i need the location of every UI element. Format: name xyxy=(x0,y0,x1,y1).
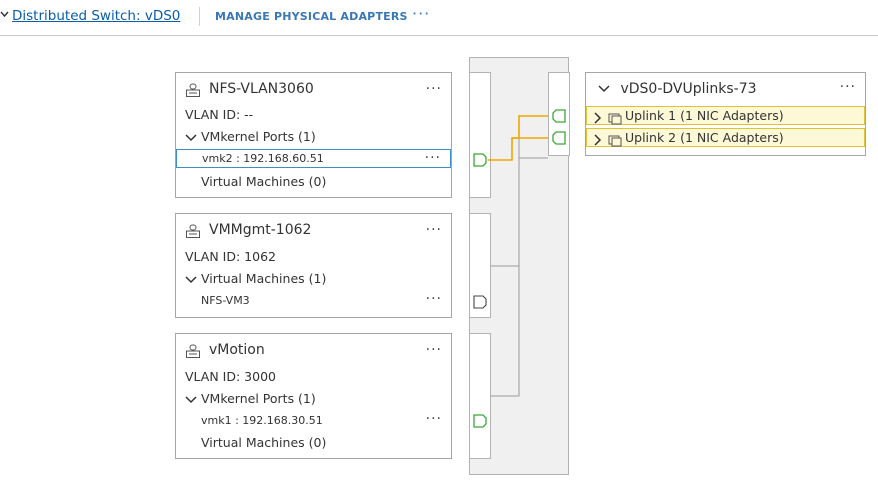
chevron-down-icon xyxy=(598,85,610,93)
vlan-id-label: VLAN ID: -- xyxy=(185,107,254,122)
nic-icon xyxy=(608,132,622,151)
vmkernel-port-more-icon[interactable]: ··· xyxy=(426,411,442,427)
section-label: VMkernel Ports (1) xyxy=(200,129,316,144)
uplinks-header[interactable]: vDS0-DVUplinks-73 xyxy=(598,81,757,97)
vmkernel-port-label[interactable]: vmk1 : 192.168.30.51 xyxy=(201,414,323,427)
virtual-machines-label[interactable]: Virtual Machines (0) xyxy=(201,435,326,450)
section-label: VMkernel Ports (1) xyxy=(200,391,316,406)
portgroup-name[interactable]: vMotion xyxy=(209,342,265,358)
chevron-down-icon xyxy=(185,395,197,403)
chevron-right-icon[interactable] xyxy=(592,131,602,150)
vmkernel-port-more-icon[interactable]: ··· xyxy=(425,150,441,166)
uplinks-card[interactable]: vDS0-DVUplinks-73 ··· Uplink 1 (1 NIC Ad… xyxy=(585,72,866,156)
vmkernel-port-label: vmk2 : 192.168.60.51 xyxy=(202,152,324,165)
portgroup-icon xyxy=(185,223,201,239)
portgroup-card-vmmgmt-1062[interactable]: VMMgmt-1062 ··· VLAN ID: 1062 Virtual Ma… xyxy=(175,213,452,318)
portgroup-more-icon[interactable]: ··· xyxy=(426,222,442,238)
chevron-down-icon xyxy=(185,133,197,141)
section-toggle[interactable]: VMkernel Ports (1) xyxy=(185,391,316,406)
section-label: Virtual Machines (1) xyxy=(200,271,327,286)
portgroup-more-icon[interactable]: ··· xyxy=(426,342,442,358)
uplink-label: Uplink 1 (1 NIC Adapters) xyxy=(625,108,784,123)
vlan-id-label: VLAN ID: 3000 xyxy=(185,369,276,384)
portgroup-icon xyxy=(185,343,201,359)
uplink-row[interactable]: Uplink 2 (1 NIC Adapters) xyxy=(586,128,865,147)
virtual-machine-item[interactable]: NFS-VM3 xyxy=(201,294,250,307)
vmkernel-port-row-selected[interactable]: vmk2 : 192.168.60.51 ··· xyxy=(176,149,451,168)
uplinks-more-icon[interactable]: ··· xyxy=(840,79,856,95)
section-toggle[interactable]: VMkernel Ports (1) xyxy=(185,129,316,144)
uplink-label: Uplink 2 (1 NIC Adapters) xyxy=(625,130,784,145)
portgroup-card-vmotion[interactable]: vMotion ··· VLAN ID: 3000 VMkernel Ports… xyxy=(175,333,452,459)
portgroup-card-nfs-vlan3060[interactable]: NFS-VLAN3060 ··· VLAN ID: -- VMkernel Po… xyxy=(175,72,452,198)
chevron-right-icon[interactable] xyxy=(592,109,602,128)
portgroup-name[interactable]: NFS-VLAN3060 xyxy=(209,81,314,97)
portgroup-icon xyxy=(185,82,201,98)
portgroup-more-icon[interactable]: ··· xyxy=(426,81,442,97)
virtual-machines-label[interactable]: Virtual Machines (0) xyxy=(201,174,326,189)
vlan-id-label: VLAN ID: 1062 xyxy=(185,249,276,264)
chevron-down-icon xyxy=(185,275,197,283)
uplinks-name: vDS0-DVUplinks-73 xyxy=(620,81,757,97)
portgroup-name[interactable]: VMMgmt-1062 xyxy=(209,222,311,238)
vm-more-icon[interactable]: ··· xyxy=(426,291,442,307)
nic-icon xyxy=(608,110,622,129)
uplink-row[interactable]: Uplink 1 (1 NIC Adapters) xyxy=(586,106,865,125)
section-toggle[interactable]: Virtual Machines (1) xyxy=(185,271,326,286)
